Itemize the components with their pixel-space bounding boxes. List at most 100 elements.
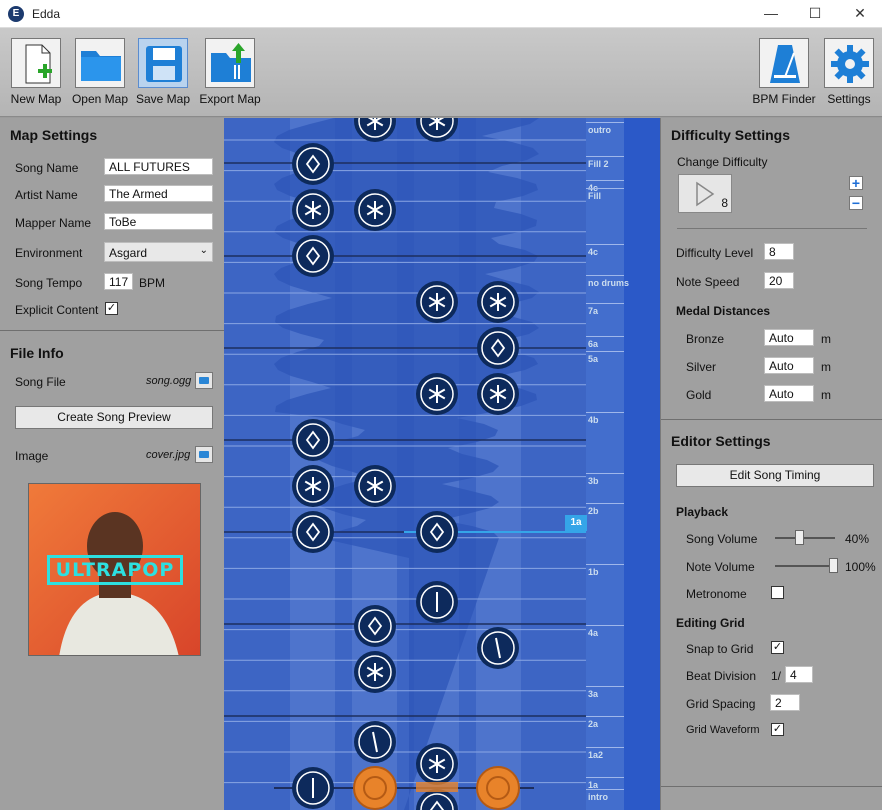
note-speed-field[interactable]: 20 — [764, 272, 794, 289]
section-marker[interactable]: outro — [588, 125, 611, 135]
note-volume-slider[interactable] — [775, 565, 835, 567]
section-marker[interactable]: 4a — [588, 628, 598, 638]
song-tempo-field[interactable]: 117 — [104, 273, 133, 290]
save-map-button[interactable]: Save Map — [136, 38, 190, 106]
note-volume-label: Note Volume — [686, 560, 755, 574]
open-map-label: Open Map — [71, 92, 129, 106]
divider — [661, 419, 882, 420]
new-map-button[interactable]: New Map — [8, 38, 64, 106]
close-icon[interactable]: ✕ — [838, 2, 882, 24]
tempo-unit: BPM — [139, 276, 166, 290]
divider — [661, 786, 882, 787]
bpm-finder-label: BPM Finder — [752, 92, 816, 106]
export-map-button[interactable]: Export Map — [198, 38, 262, 106]
mapper-name-field[interactable]: ToBe — [104, 213, 213, 230]
environment-select[interactable]: Asgard ⌄ — [104, 242, 213, 262]
divider — [0, 330, 224, 331]
environment-value: Asgard — [109, 246, 148, 260]
editing-grid-title: Editing Grid — [676, 616, 745, 630]
hold-note-icon — [416, 782, 458, 792]
map-settings-title: Map Settings — [10, 127, 98, 143]
section-marker[interactable]: no drums — [588, 278, 629, 288]
section-marker[interactable]: Fill 2 — [588, 159, 609, 169]
section-marker[interactable]: Fill — [588, 191, 601, 201]
section-marker[interactable]: 3b — [588, 476, 599, 486]
section-marker-line — [586, 473, 624, 474]
hold-note-icon — [353, 766, 397, 810]
image-label: Image — [15, 449, 49, 463]
note-icon — [292, 235, 334, 277]
section-marker[interactable]: 1b — [588, 567, 599, 577]
section-marker-line — [586, 503, 624, 504]
note-icon — [354, 605, 396, 647]
section-marker[interactable]: 1a2 — [588, 750, 603, 760]
gold-unit: m — [821, 388, 831, 402]
section-marker-line — [586, 412, 624, 413]
section-marker-line — [586, 336, 624, 337]
section-marker-line — [586, 122, 624, 123]
marker-strip — [586, 118, 624, 810]
note-volume-thumb[interactable] — [829, 558, 838, 573]
section-marker[interactable]: 6a — [588, 339, 598, 349]
open-map-button[interactable]: Open Map — [70, 38, 130, 106]
metronome-checkbox[interactable] — [771, 586, 784, 599]
timeline-grid — [224, 118, 660, 810]
song-volume-value: 40% — [845, 532, 870, 546]
song-volume-thumb[interactable] — [795, 530, 804, 545]
section-marker[interactable]: intro — [588, 792, 608, 802]
artist-name-field[interactable]: The Armed — [104, 185, 213, 202]
save-map-label: Save Map — [136, 92, 191, 106]
section-marker[interactable]: 7a — [588, 306, 598, 316]
section-marker-line — [586, 625, 624, 626]
bronze-distance-field[interactable]: Auto — [764, 329, 814, 346]
note-speed-label: Note Speed — [676, 275, 740, 289]
section-marker[interactable]: 5a — [588, 354, 598, 364]
section-marker[interactable]: 2a — [588, 719, 598, 729]
section-marker-line — [586, 716, 624, 717]
beat-division-field[interactable]: 4 — [785, 666, 813, 683]
create-song-preview-button[interactable]: Create Song Preview — [15, 406, 213, 429]
settings-button[interactable]: Settings — [822, 38, 876, 106]
song-name-label: Song Name — [15, 161, 79, 175]
note-volume-value: 100% — [845, 560, 876, 574]
edit-song-timing-button[interactable]: Edit Song Timing — [676, 464, 874, 487]
hold-note-icon — [476, 766, 520, 810]
browse-image-folder-icon[interactable] — [195, 446, 213, 463]
grid-spacing-field[interactable]: 2 — [770, 694, 800, 711]
difficulty-selector[interactable]: 8 — [678, 174, 732, 213]
grid-waveform-label: Grid Waveform — [686, 724, 760, 736]
song-volume-slider[interactable] — [775, 537, 835, 539]
grid-waveform-checkbox[interactable]: ✓ — [771, 723, 784, 736]
snap-to-grid-checkbox[interactable]: ✓ — [771, 641, 784, 654]
title-bar: E Edda — ☐ ✕ — [0, 0, 882, 28]
maximize-icon[interactable]: ☐ — [793, 2, 837, 24]
toolbar: New Map Open Map Save Map Export Map BPM… — [0, 28, 882, 117]
beat-division-prefix: 1/ — [771, 669, 782, 683]
metronome-label: Metronome — [686, 587, 747, 601]
section-marker[interactable]: 4c — [588, 247, 598, 257]
song-name-field[interactable]: ALL FUTURES — [104, 158, 213, 175]
song-file-name: song.ogg — [146, 375, 192, 387]
minimize-icon[interactable]: — — [749, 2, 793, 24]
bronze-label: Bronze — [686, 332, 725, 346]
browse-song-folder-icon[interactable] — [195, 372, 213, 389]
add-difficulty-button[interactable]: + — [849, 176, 863, 190]
cover-image: ULTRAPOP — [28, 483, 201, 656]
folder-icon — [75, 38, 125, 88]
note-icon — [292, 511, 334, 553]
section-marker-line — [586, 777, 624, 778]
difficulty-level-field[interactable]: 8 — [764, 243, 794, 260]
section-marker[interactable]: 4b — [588, 415, 599, 425]
left-panel: Map Settings Song Name ALL FUTURES Artis… — [0, 118, 224, 810]
section-marker[interactable]: 2b — [588, 506, 599, 516]
silver-distance-field[interactable]: Auto — [764, 357, 814, 374]
section-marker[interactable]: 3a — [588, 689, 598, 699]
export-map-label: Export Map — [199, 92, 261, 106]
explicit-content-checkbox[interactable]: ✓ — [105, 302, 118, 315]
section-marker-line — [586, 351, 624, 352]
section-marker-line — [586, 303, 624, 304]
note-timeline[interactable]: 1a outro Fill 2 4c Fill 4c no drums 7a 6a 5a 4b 3b… — [224, 118, 660, 810]
bpm-finder-button[interactable]: BPM Finder — [752, 38, 816, 106]
remove-difficulty-button[interactable]: − — [849, 196, 863, 210]
gold-distance-field[interactable]: Auto — [764, 385, 814, 402]
